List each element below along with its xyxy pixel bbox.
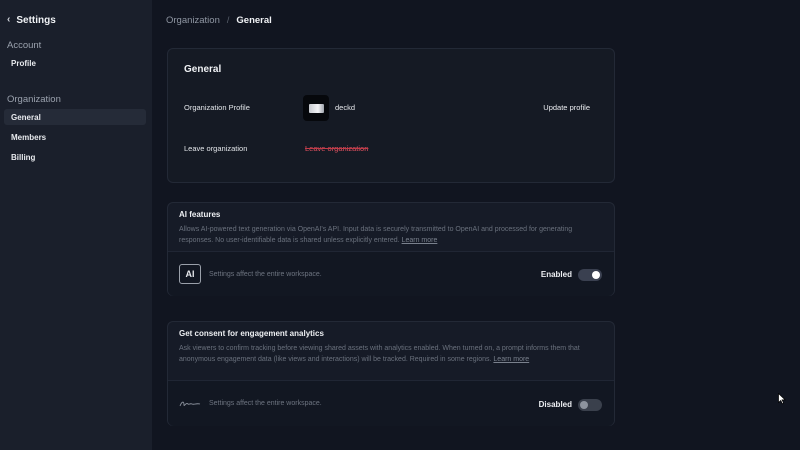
back-to-settings[interactable]: ‹ Settings	[7, 13, 56, 27]
breadcrumb-organization[interactable]: Organization	[166, 15, 220, 26]
leave-org-label: Leave organization	[184, 144, 248, 153]
general-card-title: General	[184, 64, 222, 75]
ai-features-description-text: Allows AI-powered text generation via Op…	[179, 226, 573, 244]
consent-learn-more-link[interactable]: Learn more	[493, 356, 529, 363]
consent-workspace-note: Settings affect the entire workspace.	[209, 400, 322, 407]
section-account: Account	[7, 40, 42, 51]
leave-organization-button[interactable]: Leave organization	[305, 144, 368, 153]
toggle-knob	[580, 401, 588, 409]
consent-title: Get consent for engagement analytics	[179, 329, 324, 338]
sidebar-item-label: Billing	[11, 152, 36, 162]
ai-learn-more-link[interactable]: Learn more	[402, 237, 438, 244]
consent-description: Ask viewers to confirm tracking before v…	[179, 344, 599, 365]
general-card: General Organization Profile deckd Updat…	[167, 48, 615, 183]
sidebar-title: Settings	[16, 14, 56, 26]
sidebar-item-billing[interactable]: Billing	[4, 149, 146, 165]
ai-features-title: AI features	[179, 210, 221, 219]
ai-icon: AI	[179, 264, 201, 284]
section-organization: Organization	[7, 94, 61, 105]
sidebar-item-profile[interactable]: Profile	[4, 55, 146, 71]
org-logo	[303, 95, 329, 121]
org-profile-label: Organization Profile	[184, 103, 250, 112]
consent-toggle-status: Disabled	[538, 400, 572, 409]
signature-icon	[179, 401, 201, 407]
chevron-left-icon: ‹	[7, 14, 11, 25]
org-name: deckd	[335, 103, 356, 112]
engagement-consent-card: Get consent for engagement analytics Ask…	[167, 321, 615, 426]
breadcrumb: Organization / General	[166, 13, 272, 27]
ai-workspace-note: Settings affect the entire workspace.	[209, 271, 322, 278]
mouse-cursor-icon	[778, 393, 786, 405]
update-profile-button[interactable]: Update profile	[543, 103, 590, 112]
ai-features-description: Allows AI-powered text generation via Op…	[179, 225, 599, 246]
ai-toggle-status: Enabled	[540, 270, 572, 279]
ai-features-toggle[interactable]	[578, 269, 602, 281]
ai-features-card: AI features Allows AI-powered text gener…	[167, 202, 615, 296]
breadcrumb-current: General	[236, 14, 272, 26]
sidebar-item-general[interactable]: General	[4, 109, 146, 125]
sidebar-item-members[interactable]: Members	[4, 129, 146, 145]
sidebar-item-label: General	[11, 112, 41, 122]
sidebar: ‹ Settings Account Profile Organization …	[0, 0, 152, 450]
org-logo-mark	[308, 103, 324, 113]
sidebar-item-label: Profile	[11, 58, 36, 68]
ai-features-setting-row: AI Settings affect the entire workspace.…	[168, 251, 614, 296]
toggle-knob	[592, 271, 600, 279]
consent-setting-row: Settings affect the entire workspace. Di…	[168, 380, 614, 426]
sidebar-item-label: Members	[11, 132, 47, 142]
consent-toggle[interactable]	[578, 399, 602, 411]
breadcrumb-separator: /	[226, 15, 230, 25]
